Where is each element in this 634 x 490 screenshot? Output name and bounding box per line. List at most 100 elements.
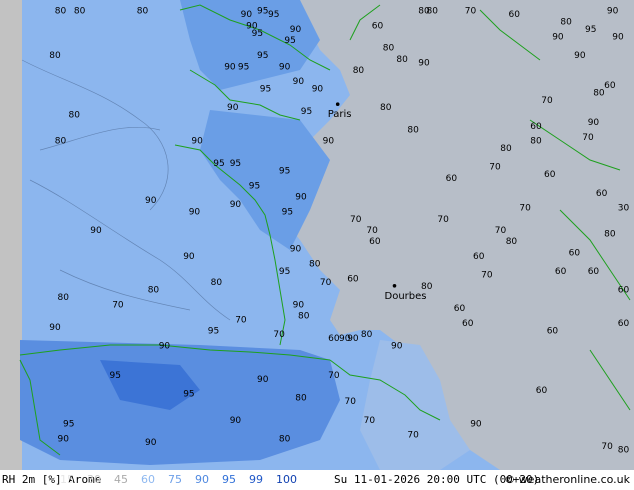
contour-label: 70 [320,278,332,288]
contour-label: 80 [309,260,321,270]
contour-label: 90 [58,434,70,444]
contour-label: 90 [183,252,195,262]
contour-label: 95 [260,85,271,95]
contour-label: 80 [593,88,605,98]
contour-label: 95 [282,207,293,217]
contour-label: 70 [601,442,613,452]
contour-label: 60 [588,267,600,277]
contour-label: 30 [618,204,630,214]
contour-label: 90 [257,375,269,385]
contour-label: 90 [230,416,242,426]
contour-label: 60 [618,286,630,296]
contour-label: 95 [110,371,121,381]
contour-label: 95 [268,10,279,20]
contour-label: 70 [273,330,285,340]
contour-label: 95 [238,62,249,72]
contour-label: 90 [293,300,305,310]
contour-label: 95 [279,267,290,277]
contour-label: 95 [252,29,263,39]
contour-label: 95 [284,36,295,46]
contour-label: 90 [290,25,302,35]
legend-entry: 99 [249,473,263,486]
contour-label: 90 [607,6,619,16]
contour-label: 60 [555,267,567,277]
contour-label: 80 [500,144,512,154]
city-label: Paris [328,109,352,120]
legend-entry: 90 [195,473,209,486]
contour-label: 95 [183,390,194,400]
contour-label: 90 [230,200,242,210]
legend-entry: 15 [60,473,74,486]
contour-label: 95 [279,167,290,177]
contour-label: 60 [547,327,559,337]
contour-label: 95 [63,420,74,430]
contour-label: 80 [383,44,395,54]
city-dot [335,102,340,106]
contour-label: 90 [90,226,102,236]
contour-label: 80 [55,6,67,16]
contour-label: 90 [241,10,253,20]
contour-label: 70 [489,163,501,173]
map-canvas: 80 80 80 90 95 959095 9095608080 70 608090 959590… [0,0,634,470]
contour-label: 60 [530,122,542,132]
contour-label: 80 [298,312,310,322]
contour-label: 90 [49,323,61,333]
color-legend: 15 30 45 60 75 90 95 99 100 [60,473,310,486]
contour-label: 80 [530,137,542,147]
contour-label: 90 [227,103,239,113]
contour-label: 95 [249,181,260,191]
contour-label: 80 [506,237,518,247]
contour-label: 70 [112,300,124,310]
legend-entry: 95 [222,473,236,486]
contour-label: 80 [396,55,408,65]
contour-label: 80 [137,6,149,16]
contour-label: 80 [211,278,223,288]
contour-label: 90 [612,33,624,43]
legend-entry: 30 [87,473,101,486]
contour-label: 90 [574,51,586,61]
contour-label: 90 [191,137,203,147]
contour-label: 90 [189,207,201,217]
contour-label: 80 [49,51,61,61]
contour-label: 70 [495,226,507,236]
contour-label: 70 [437,215,449,225]
contour-label: 80 [295,394,307,404]
contour-label: 95 [230,159,241,169]
map-margin [0,0,22,470]
contour-label: 70 [582,133,594,143]
map-footer: RH 2m [%] Arome 15 30 45 60 75 90 95 99 100 Su 1… [0,470,634,490]
contour-label: 80 [55,137,67,147]
contour-label: 80 [604,230,616,240]
contour-label: 70 [345,397,357,407]
contour-label: 80 [380,103,392,113]
contour-label: 60 [509,10,521,20]
contour-label: 80 [407,126,419,136]
contour-label: 70 [519,204,531,214]
contour-label: 80 [361,330,373,340]
contour-label: 90 [290,245,302,255]
contour-label: 90 [323,137,335,147]
contour-label: 60 [347,274,359,284]
contour-label: 90 [145,196,157,206]
contour-label: 60 [596,189,608,199]
contour-label: 80 [560,18,572,28]
contour-label: 70 [407,431,419,441]
contour-label: 70 [328,371,340,381]
contour-label: 60 [446,174,458,184]
city-label: Dourbes [385,291,427,302]
contour-label: 90 [159,341,171,351]
credit-link[interactable]: © weatheronline.co.uk [504,473,630,486]
contour-label: 90 [224,62,236,72]
contour-label: 60 [462,319,474,329]
contour-label: 80 [427,6,439,16]
contour-label: 70 [481,271,493,281]
contour-label: 90 [552,33,564,43]
contour-label: 95 [208,327,219,337]
contour-label: 70 [235,315,247,325]
contour-label: 90 [295,193,307,203]
contour-label: 60 [618,319,630,329]
contour-label: 90 [470,420,482,430]
contour-label: 60 [473,252,485,262]
contour-label: 95 [257,51,268,61]
contour-label: 90 [293,77,305,87]
